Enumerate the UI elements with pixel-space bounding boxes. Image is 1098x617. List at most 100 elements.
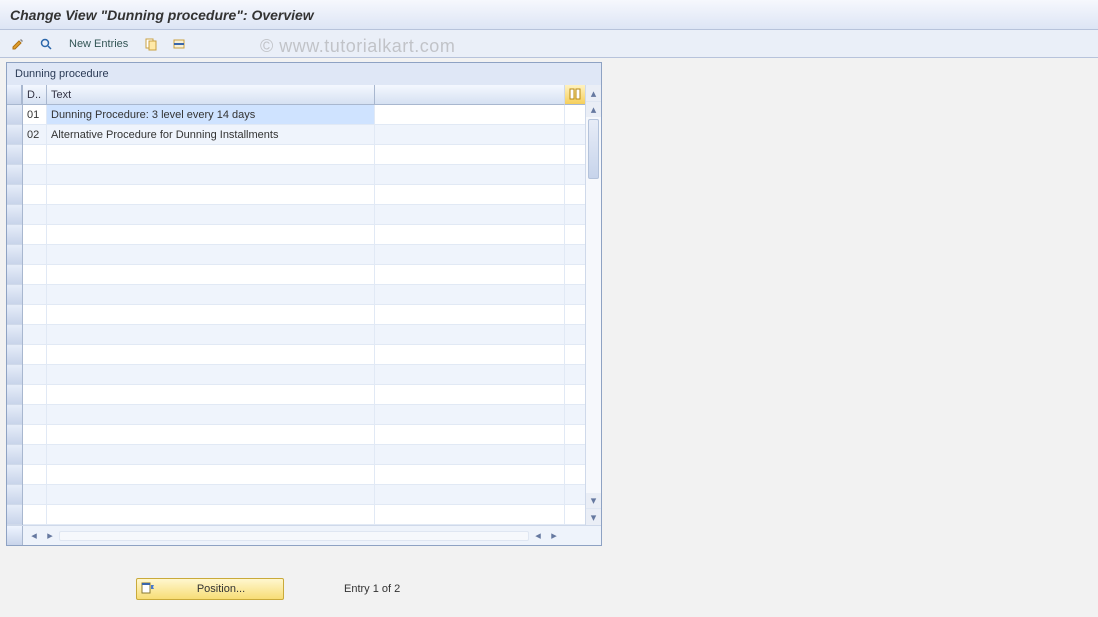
copy-as-icon[interactable] xyxy=(139,34,163,54)
row-selector[interactable] xyxy=(7,385,22,405)
cell-util xyxy=(565,185,585,205)
cell-util xyxy=(565,425,585,445)
cell-text[interactable] xyxy=(47,345,375,365)
cell-gap xyxy=(375,405,565,425)
cell-d[interactable] xyxy=(23,245,47,265)
cell-d[interactable] xyxy=(23,205,47,225)
cell-util xyxy=(565,265,585,285)
row-selector[interactable] xyxy=(7,305,22,325)
row-selector[interactable] xyxy=(7,245,22,265)
position-button[interactable]: Position... xyxy=(136,578,284,600)
change-display-icon[interactable] xyxy=(6,34,30,54)
cell-d[interactable]: 01 xyxy=(23,105,47,125)
row-selector[interactable] xyxy=(7,365,22,385)
row-selector[interactable] xyxy=(7,345,22,365)
row-selector[interactable] xyxy=(7,405,22,425)
cell-gap xyxy=(375,325,565,345)
hscroll-track[interactable] xyxy=(59,531,529,541)
cell-text[interactable] xyxy=(47,365,375,385)
scroll-right-icon[interactable]: ▸ xyxy=(43,529,57,543)
cell-d[interactable] xyxy=(23,185,47,205)
position-button-label: Position... xyxy=(159,583,283,595)
cell-d[interactable] xyxy=(23,405,47,425)
row-selector[interactable] xyxy=(7,125,22,145)
cell-d[interactable] xyxy=(23,465,47,485)
scroll-left-icon[interactable]: ◂ xyxy=(27,529,41,543)
content-area: Dunning procedure D.. 0102 Text Dunning … xyxy=(6,62,1092,617)
cell-text[interactable]: Alternative Procedure for Dunning Instal… xyxy=(47,125,375,145)
scroll-right-icon-2[interactable]: ▸ xyxy=(547,529,561,543)
scrollbar-thumb[interactable] xyxy=(588,119,599,179)
row-selector[interactable] xyxy=(7,185,22,205)
cell-util xyxy=(565,405,585,425)
cell-text[interactable] xyxy=(47,325,375,345)
cell-util xyxy=(565,505,585,525)
cell-gap xyxy=(375,345,565,365)
row-selector[interactable] xyxy=(7,465,22,485)
cell-text[interactable] xyxy=(47,165,375,185)
row-selector[interactable] xyxy=(7,165,22,185)
cell-text[interactable] xyxy=(47,505,375,525)
cell-d[interactable] xyxy=(23,165,47,185)
column-header-d[interactable]: D.. xyxy=(23,85,47,105)
row-header-column xyxy=(7,85,23,525)
cell-text[interactable] xyxy=(47,305,375,325)
new-entries-button[interactable]: New Entries xyxy=(62,34,135,54)
cell-d[interactable]: 02 xyxy=(23,125,47,145)
row-selector[interactable] xyxy=(7,225,22,245)
cell-d[interactable] xyxy=(23,305,47,325)
cell-d[interactable] xyxy=(23,485,47,505)
cell-text[interactable] xyxy=(47,145,375,165)
column-header-text[interactable]: Text xyxy=(47,85,375,105)
row-selector[interactable] xyxy=(7,205,22,225)
cell-util xyxy=(565,225,585,245)
row-selector[interactable] xyxy=(7,105,22,125)
scroll-up-icon-2[interactable]: ▴ xyxy=(586,101,601,117)
find-icon[interactable] xyxy=(34,34,58,54)
scroll-left-icon-2[interactable]: ◂ xyxy=(531,529,545,543)
select-all-handle[interactable] xyxy=(7,85,22,105)
row-selector[interactable] xyxy=(7,445,22,465)
cell-text[interactable]: Dunning Procedure: 3 level every 14 days xyxy=(47,105,375,125)
cell-text[interactable] xyxy=(47,465,375,485)
scroll-down-icon-2[interactable]: ▾ xyxy=(586,493,601,509)
cell-text[interactable] xyxy=(47,205,375,225)
vertical-scrollbar[interactable]: ▴ ▴ ▾ ▾ xyxy=(585,85,601,525)
cell-d[interactable] xyxy=(23,325,47,345)
horizontal-scrollbar[interactable]: ◂ ▸ ◂ ▸ xyxy=(23,529,565,543)
row-selector[interactable] xyxy=(7,285,22,305)
cell-util xyxy=(565,445,585,465)
scrollbar-track[interactable] xyxy=(586,117,601,493)
row-selector[interactable] xyxy=(7,325,22,345)
cell-text[interactable] xyxy=(47,485,375,505)
cell-text[interactable] xyxy=(47,405,375,425)
cell-d[interactable] xyxy=(23,285,47,305)
row-selector[interactable] xyxy=(7,425,22,445)
row-selector[interactable] xyxy=(7,145,22,165)
cell-d[interactable] xyxy=(23,145,47,165)
cell-d[interactable] xyxy=(23,385,47,405)
cell-d[interactable] xyxy=(23,365,47,385)
scroll-down-icon[interactable]: ▾ xyxy=(586,509,601,525)
cell-d[interactable] xyxy=(23,345,47,365)
cell-text[interactable] xyxy=(47,385,375,405)
cell-d[interactable] xyxy=(23,445,47,465)
cell-text[interactable] xyxy=(47,245,375,265)
cell-text[interactable] xyxy=(47,285,375,305)
cell-gap xyxy=(375,305,565,325)
cell-text[interactable] xyxy=(47,185,375,205)
row-selector[interactable] xyxy=(7,505,22,525)
cell-d[interactable] xyxy=(23,425,47,445)
row-selector[interactable] xyxy=(7,485,22,505)
cell-text[interactable] xyxy=(47,225,375,245)
cell-text[interactable] xyxy=(47,265,375,285)
cell-d[interactable] xyxy=(23,225,47,245)
cell-text[interactable] xyxy=(47,425,375,445)
row-selector[interactable] xyxy=(7,265,22,285)
configure-columns-button[interactable] xyxy=(565,85,585,105)
cell-d[interactable] xyxy=(23,505,47,525)
scroll-up-icon[interactable]: ▴ xyxy=(586,85,601,101)
cell-text[interactable] xyxy=(47,445,375,465)
delete-icon[interactable] xyxy=(167,34,191,54)
cell-d[interactable] xyxy=(23,265,47,285)
